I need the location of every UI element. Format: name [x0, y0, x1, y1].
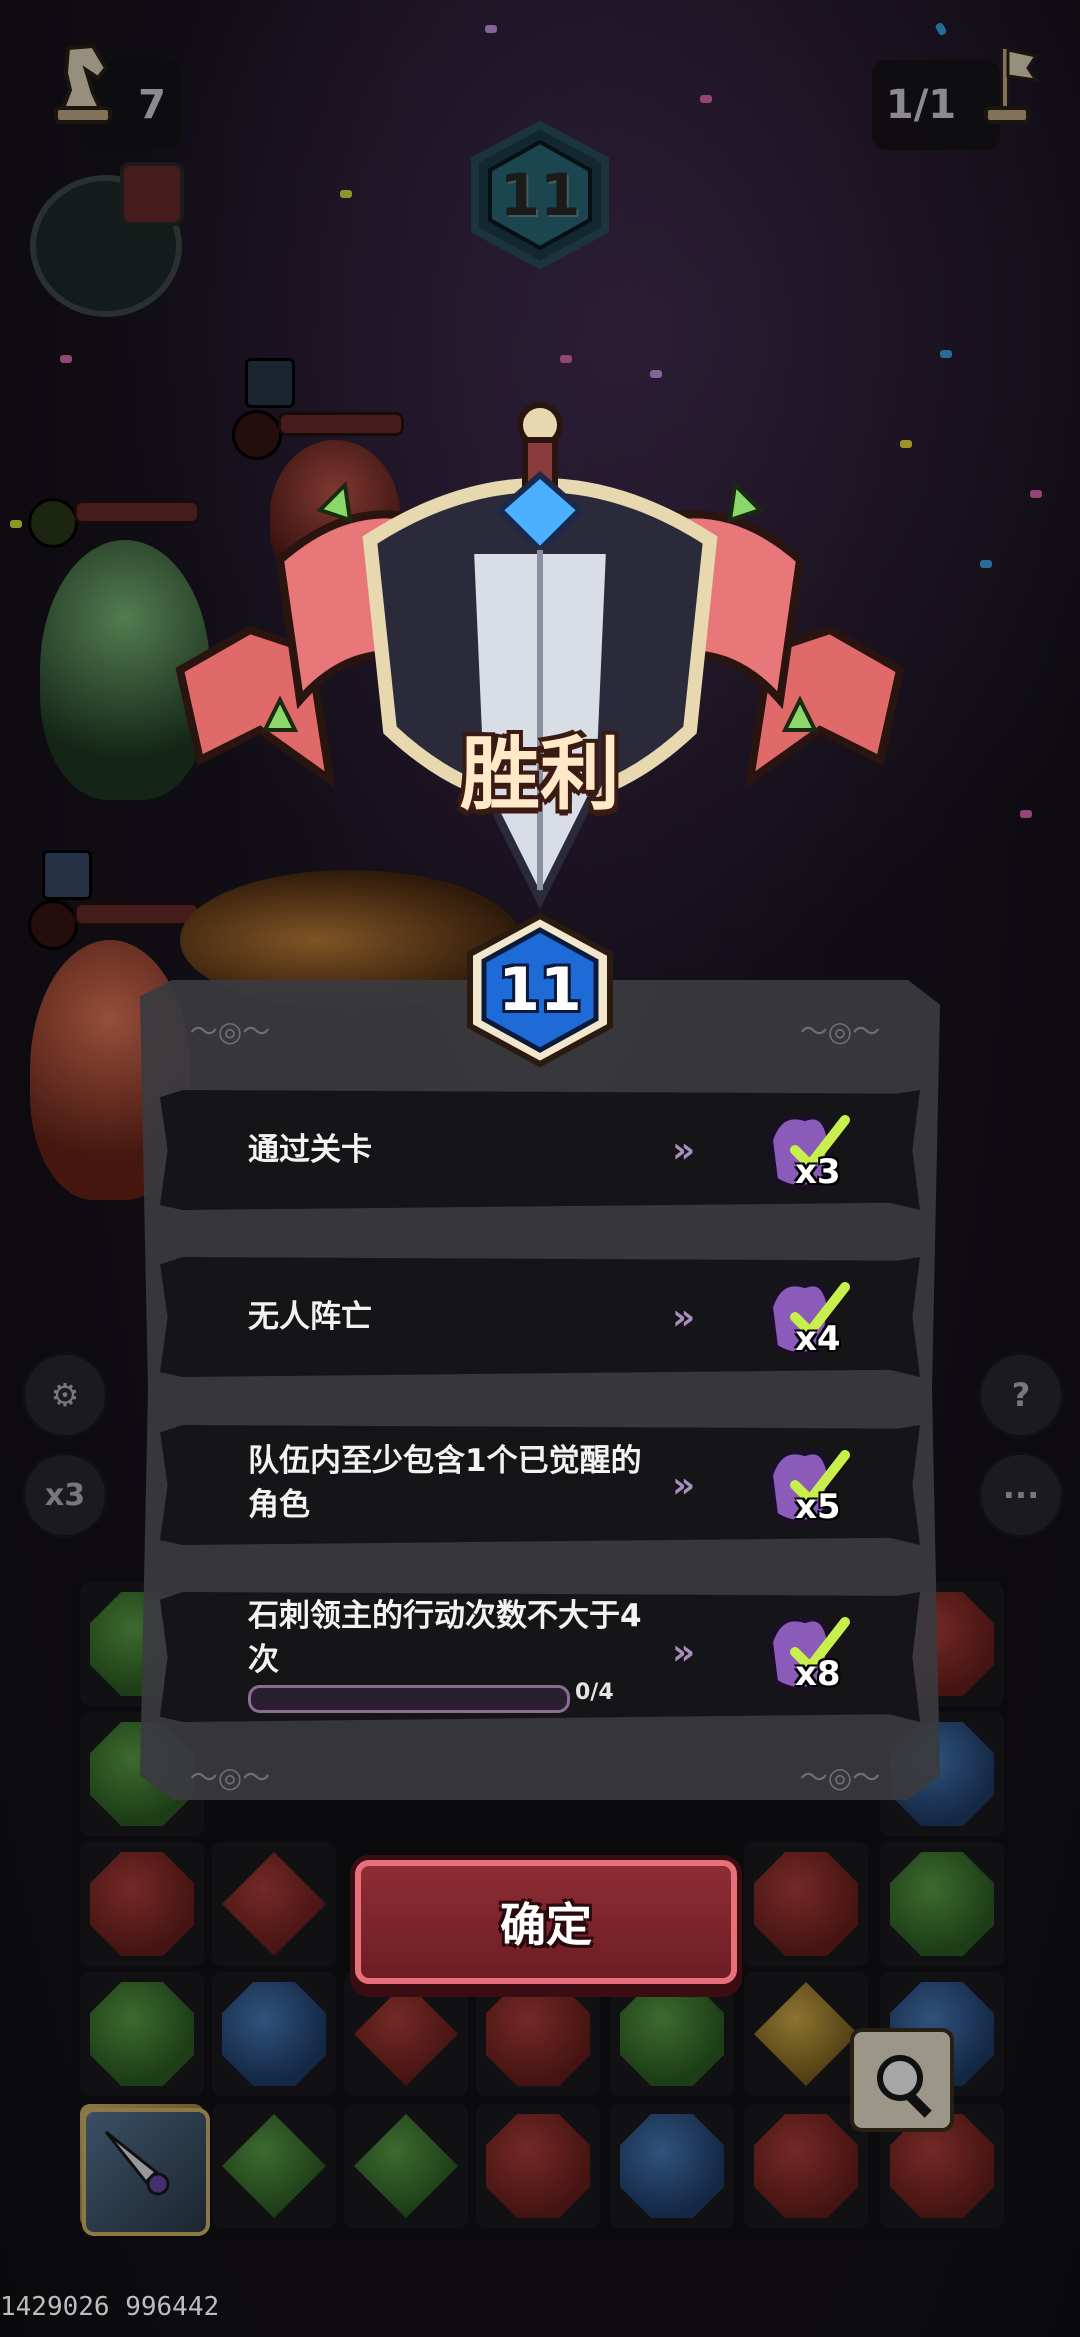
ornament-top-right: 〜◎〜: [799, 1015, 881, 1048]
objective-text: 队伍内至少包含1个已觉醒的角色: [248, 1443, 642, 1523]
victory-title: 胜利: [460, 728, 620, 821]
objective-text: 无人阵亡: [248, 1299, 372, 1335]
objective-row: 队伍内至少包含1个已觉醒的角色 » x5: [160, 1425, 920, 1545]
level-badge: 11: [462, 912, 618, 1068]
reward-count: x5: [795, 1487, 841, 1527]
ornament-bottom-left: 〜◎〜: [189, 1761, 271, 1794]
reward-count: x4: [795, 1319, 841, 1359]
double-chevron-right-icon: »: [672, 1632, 695, 1673]
objective-row: 石刺领主的行动次数不大于4次 0/4 » x8: [160, 1592, 920, 1722]
reward-count: x8: [795, 1654, 841, 1694]
objective-row: 通过关卡 » x3: [160, 1090, 920, 1210]
player-id: 1429026 996442: [0, 2292, 220, 2322]
objective-text: 通过关卡: [248, 1132, 372, 1168]
progress-text: 0/4: [575, 1680, 614, 1705]
double-chevron-right-icon: »: [672, 1130, 695, 1171]
ornament-bottom-right: 〜◎〜: [799, 1761, 881, 1794]
double-chevron-right-icon: »: [672, 1297, 695, 1338]
objective-progress-bar: [248, 1685, 570, 1713]
confirm-label: 确定: [500, 1898, 592, 1952]
reward-count: x3: [795, 1152, 841, 1192]
double-chevron-right-icon: »: [672, 1465, 695, 1506]
confirm-button[interactable]: 确定: [355, 1860, 737, 1984]
ornament-top-left: 〜◎〜: [189, 1015, 271, 1048]
victory-banner-emblem: [175, 402, 905, 909]
level-number: 11: [498, 955, 582, 1025]
objective-row: 无人阵亡 » x4: [160, 1257, 920, 1377]
objective-text: 石刺领主的行动次数不大于4次: [248, 1598, 642, 1678]
